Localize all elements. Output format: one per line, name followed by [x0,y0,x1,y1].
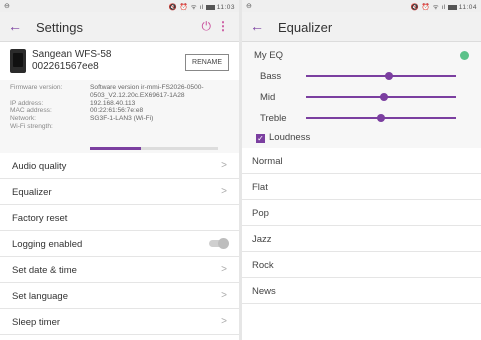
slider-track[interactable] [306,72,456,80]
menu-item-audio-quality[interactable]: Audio quality > [0,153,239,179]
settings-menu: Audio quality > Equalizer > Factory reset … [0,153,239,335]
bass-slider[interactable]: Bass [260,69,470,83]
back-arrow-icon[interactable]: ← [8,18,22,34]
preset-flat[interactable]: Flat [242,174,481,200]
chevron-right-icon: > [221,264,227,275]
device-info: Firmware version: Software version ir-mmi… [0,80,239,153]
checkbox-checked-icon[interactable]: ✓ [256,134,265,143]
back-arrow-icon[interactable]: ← [250,18,264,34]
page-title: Equalizer [278,20,333,35]
preset-label: Rock [252,260,274,271]
info-key: IP address: [10,99,44,107]
slider-label: Mid [260,92,276,103]
app-bar: ← Equalizer [242,12,481,42]
equalizer-screen: ⊖ 🔇 ⏰ ᯤ ıl 11:04 ← Equalizer My EQ Bass M… [242,0,481,340]
preset-label: News [252,286,276,297]
menu-item-date-time[interactable]: Set date & time > [0,257,239,283]
preset-pop[interactable]: Pop [242,200,481,226]
info-value: 00:22:61:56:7e:e8 [90,107,144,115]
preset-rock[interactable]: Rock [242,252,481,278]
device-model: Sangean WFS-58 [32,49,112,60]
page-title: Settings [36,20,83,35]
rename-button[interactable]: RENAME [185,54,229,71]
menu-item-label: Sleep timer [12,317,61,328]
preset-normal[interactable]: Normal [242,148,481,174]
loudness-label: Loudness [269,132,311,143]
mid-slider[interactable]: Mid [260,90,470,104]
app-bar: ← Settings ⏻ ⋮ [0,12,239,42]
info-value: SG3F-1-LAN3 (Wi-Fi) [90,115,154,123]
slider-thumb[interactable] [384,72,393,80]
preset-label: Jazz [252,234,272,245]
chevron-right-icon: > [221,290,227,301]
chevron-right-icon: > [221,160,227,171]
more-options-icon[interactable]: ⋮ [217,19,229,33]
chevron-right-icon: > [221,186,227,197]
status-time: 11:04 [458,4,477,11]
slider-label: Bass [260,71,282,82]
status-icons: 🔇 ⏰ ᯤ ıl 11:03 [169,2,235,11]
power-icon[interactable]: ⏻ [202,19,212,34]
menu-item-label: Logging enabled [12,239,83,250]
my-eq-label[interactable]: My EQ [254,50,283,61]
logging-toggle[interactable] [209,238,229,249]
treble-slider[interactable]: Treble [260,111,470,125]
preset-label: Normal [252,156,283,167]
info-value: Software version ir-mmi-FS2026-0500-0503… [90,84,204,99]
slider-thumb[interactable] [377,114,385,122]
info-key: MAC address: [10,107,52,115]
info-key: Wi-Fi strength: [10,122,53,130]
device-id: 002261567ee8 [32,61,99,72]
info-key: Network: [10,115,37,123]
battery-icon [447,4,457,10]
loudness-checkbox[interactable]: ✓ Loudness [256,132,310,143]
wifi-strength-bar [90,147,218,150]
notification-icon: ⊖ [4,3,10,10]
menu-item-label: Set language [12,291,68,302]
device-name: Sangean WFS-58 002261567ee8 [32,49,112,73]
chevron-right-icon: > [221,316,227,327]
status-icons-glyphs: 🔇 ⏰ ᯤ ıl [410,4,446,11]
menu-item-label: Factory reset [12,213,68,224]
slider-track[interactable] [306,93,456,101]
preset-label: Pop [252,208,269,219]
status-icons: 🔇 ⏰ ᯤ ıl 11:04 [411,2,477,11]
info-row: MAC address: 00:22:61:56:7e:e8 [10,107,239,115]
menu-item-language[interactable]: Set language > [0,283,239,309]
battery-icon [205,4,215,10]
info-value: 192.168.40.113 [90,99,136,107]
menu-item-equalizer[interactable]: Equalizer > [0,179,239,205]
status-bar: ⊖ 🔇 ⏰ ᯤ ıl 11:03 [0,0,239,12]
status-icons-glyphs: 🔇 ⏰ ᯤ ıl [168,4,204,11]
settings-screen: ⊖ 🔇 ⏰ ᯤ ıl 11:03 ← Settings ⏻ ⋮ Sangean W… [0,0,239,340]
device-header: Sangean WFS-58 002261567ee8 RENAME [0,42,239,80]
preset-news[interactable]: News [242,278,481,304]
preset-list: Normal Flat Pop Jazz Rock News [242,148,481,304]
menu-item-label: Audio quality [12,161,67,172]
slider-track[interactable] [306,114,456,122]
notification-icon: ⊖ [246,3,252,10]
selected-indicator-icon [460,51,469,60]
slider-label: Treble [260,113,287,124]
info-row: IP address: 192.168.40.113 [10,100,239,108]
preset-jazz[interactable]: Jazz [242,226,481,252]
my-eq-panel: My EQ Bass Mid Treble ✓ Loudness [242,42,481,148]
menu-item-sleep-timer[interactable]: Sleep timer > [0,309,239,335]
status-time: 11:03 [216,4,235,11]
toggle-knob [218,238,229,249]
wifi-strength-fill [90,147,142,150]
menu-item-label: Set date & time [12,265,77,276]
info-row: Firmware version: Software version ir-mmi… [10,84,239,100]
info-row: Network: SG3F-1-LAN3 (Wi-Fi) [10,115,239,123]
speaker-icon [10,49,26,73]
menu-item-factory-reset[interactable]: Factory reset [0,205,239,231]
info-key: Firmware version: [10,84,63,91]
menu-item-label: Equalizer [12,187,52,198]
status-bar: ⊖ 🔇 ⏰ ᯤ ıl 11:04 [242,0,481,12]
preset-label: Flat [252,182,268,193]
slider-thumb[interactable] [380,93,388,101]
menu-item-logging: Logging enabled [0,231,239,257]
